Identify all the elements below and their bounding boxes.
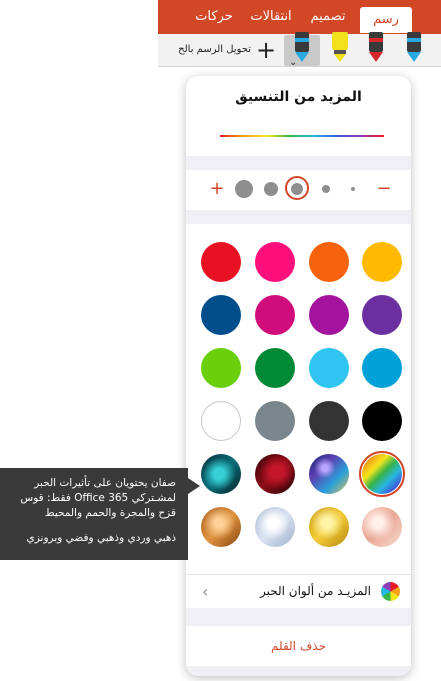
color-swatch[interactable] (362, 242, 402, 282)
color-swatch[interactable] (309, 242, 349, 282)
ocean-swatch[interactable] (201, 454, 241, 494)
selected-swatch-ring (359, 451, 405, 497)
decrease-thickness-button[interactable]: − (374, 179, 394, 199)
silver-swatch[interactable] (255, 507, 295, 547)
delete-pen-button[interactable]: حذف القلم (186, 626, 411, 666)
tab-draw[interactable]: رسم (360, 7, 412, 33)
color-swatch[interactable] (362, 401, 402, 441)
thickness-row: + − (186, 170, 411, 210)
more-ink-colors-label: المزيـد من ألوان الحبر (259, 584, 371, 598)
pen-icon[interactable] (369, 32, 383, 62)
popover-title: المزيد من التنسيق (186, 76, 411, 117)
pen-icon[interactable] (407, 32, 421, 62)
thickness-option[interactable] (264, 182, 278, 196)
chevron-left-icon: ‹ (202, 582, 209, 601)
thickness-option[interactable] (291, 183, 303, 195)
color-swatch[interactable] (309, 295, 349, 335)
callout-line: قزح والمجرة والحمم والمحيط (44, 507, 176, 519)
rainbow-stroke-preview (220, 135, 384, 137)
more-ink-colors-row[interactable]: المزيـد من ألوان الحبر ‹ (186, 574, 411, 608)
tab-transitions[interactable]: انتقالات (244, 0, 298, 34)
chevron-down-icon[interactable]: ⌄ (289, 57, 297, 68)
ribbon-tab-bar: رسم تصميم انتقالات حركات (158, 0, 441, 34)
tab-animations[interactable]: حركات (186, 0, 242, 34)
color-swatch[interactable] (309, 348, 349, 388)
color-swatch[interactable] (201, 401, 241, 441)
callout-line: لمشـتركي Office 365 فقط: قوس (20, 492, 176, 504)
bronze-swatch[interactable] (201, 507, 241, 547)
color-swatch[interactable] (255, 295, 295, 335)
color-swatch[interactable] (201, 295, 241, 335)
color-swatch[interactable] (362, 348, 402, 388)
callout-arrow (188, 478, 200, 494)
color-swatch[interactable] (362, 295, 402, 335)
rose-gold-swatch[interactable] (362, 507, 402, 547)
format-popover: المزيد من التنسيق + − المزيـد من ألوان ا… (186, 76, 411, 676)
color-swatch[interactable] (201, 242, 241, 282)
callout-line: ذهبي وردي وذهبي وفضي وبرونزي (26, 532, 176, 544)
callout-line: صفان يحتويان على تأثيرات الحبر (34, 477, 176, 489)
color-swatch[interactable] (255, 242, 295, 282)
color-wheel-icon (381, 582, 400, 601)
thickness-option[interactable] (235, 180, 253, 198)
thickness-option[interactable] (351, 187, 355, 191)
increase-thickness-button[interactable]: + (207, 179, 227, 199)
pen-tray: ⌄ (289, 32, 421, 68)
color-swatch[interactable] (201, 348, 241, 388)
galaxy-swatch[interactable] (309, 454, 349, 494)
highlighter-icon[interactable] (332, 32, 348, 62)
ink-effects-callout: صفان يحتويان على تأثيرات الحبر لمشـتركي … (0, 468, 188, 560)
color-swatch[interactable] (255, 348, 295, 388)
tab-design[interactable]: تصميم (301, 0, 355, 34)
gold-swatch[interactable] (309, 507, 349, 547)
color-swatch[interactable] (255, 401, 295, 441)
lava-swatch[interactable] (255, 454, 295, 494)
stroke-preview (186, 116, 411, 156)
ink-color-grid (186, 224, 411, 574)
color-swatch[interactable] (309, 401, 349, 441)
draw-toolbar: تحويل الرسم بالح + ⌄ (158, 32, 441, 68)
thickness-option[interactable] (322, 185, 330, 193)
